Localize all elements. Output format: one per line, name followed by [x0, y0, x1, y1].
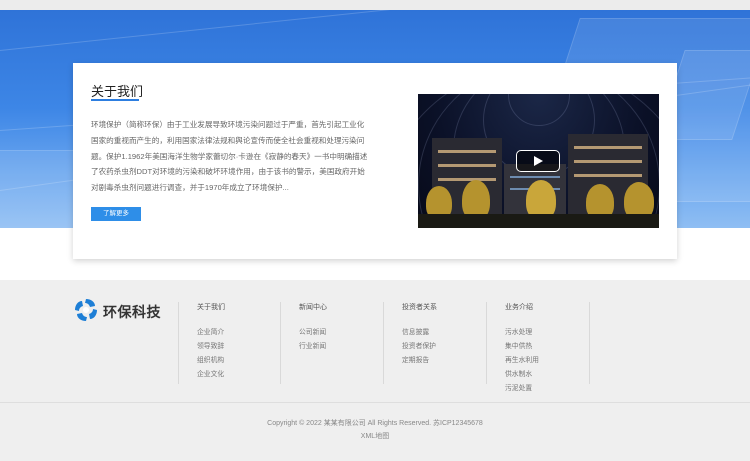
footer-column-title[interactable]: 投资者关系: [402, 302, 437, 312]
footer-link[interactable]: 投资者保护: [402, 340, 436, 350]
brand-name: 环保科技: [103, 304, 161, 320]
video-player[interactable]: [418, 94, 659, 228]
building-lights: [574, 160, 642, 163]
footer: 环保科技 关于我们 企业简介 领导致辞 组织机构 企业文化 新闻中心 公司新闻 …: [0, 280, 750, 461]
building-lights: [574, 146, 642, 149]
sitemap-link[interactable]: XML地图: [0, 431, 750, 441]
footer-link[interactable]: 公司新闻: [299, 326, 326, 336]
footer-divider: [0, 402, 750, 403]
ground: [418, 214, 659, 228]
footer-column-news: 新闻中心 公司新闻 行业新闻: [280, 302, 384, 384]
footer-link[interactable]: 信息披露: [402, 326, 429, 336]
copyright-text: Copyright © 2022 某某有限公司 All Rights Reser…: [267, 420, 483, 427]
footer-link[interactable]: 企业简介: [197, 326, 224, 336]
building-lights: [574, 174, 642, 177]
building-lights: [510, 176, 560, 178]
footer-column-title[interactable]: 业务介绍: [505, 302, 533, 312]
about-title-underline: [91, 99, 139, 101]
footer-link[interactable]: 集中供热: [505, 340, 532, 350]
building-lights: [438, 150, 496, 153]
learn-more-button[interactable]: 了解更多: [91, 207, 141, 221]
footer-link[interactable]: 污水处理: [505, 326, 532, 336]
footer-link[interactable]: 供水制水: [505, 368, 532, 378]
footer-column-about: 关于我们 企业简介 领导致辞 组织机构 企业文化: [178, 302, 282, 384]
footer-column-business: 业务介绍 污水处理 集中供热 再生水利用 供水制水 污泥处置: [486, 302, 590, 392]
about-card: 关于我们 环境保护（简称环保）由于工业发展导致环境污染问题过于严重，首先引起工业…: [73, 63, 677, 259]
building-lights: [438, 178, 496, 181]
about-text: 环境保护（简称环保）由于工业发展导致环境污染问题过于严重，首先引起工业化国家的重…: [91, 120, 368, 193]
footer-divider: [589, 302, 591, 384]
footer-link[interactable]: 组织机构: [197, 354, 224, 364]
footer-link[interactable]: 行业新闻: [299, 340, 326, 350]
footer-column-title[interactable]: 关于我们: [197, 302, 225, 312]
play-icon[interactable]: [516, 150, 560, 172]
footer-link[interactable]: 再生水利用: [505, 354, 539, 364]
swirl-logo-icon: [75, 299, 97, 321]
about-title: 关于我们: [91, 84, 144, 99]
footer-link[interactable]: 领导致辞: [197, 340, 224, 350]
top-bar: [0, 0, 750, 10]
building-lights: [438, 164, 496, 167]
footer-link[interactable]: 定期报告: [402, 354, 429, 364]
footer-link[interactable]: 污泥处置: [505, 382, 532, 392]
footer-column-investors: 投资者关系 信息披露 投资者保护 定期报告: [383, 302, 487, 384]
footer-link[interactable]: 企业文化: [197, 368, 224, 378]
footer-column-title[interactable]: 新闻中心: [299, 302, 327, 312]
